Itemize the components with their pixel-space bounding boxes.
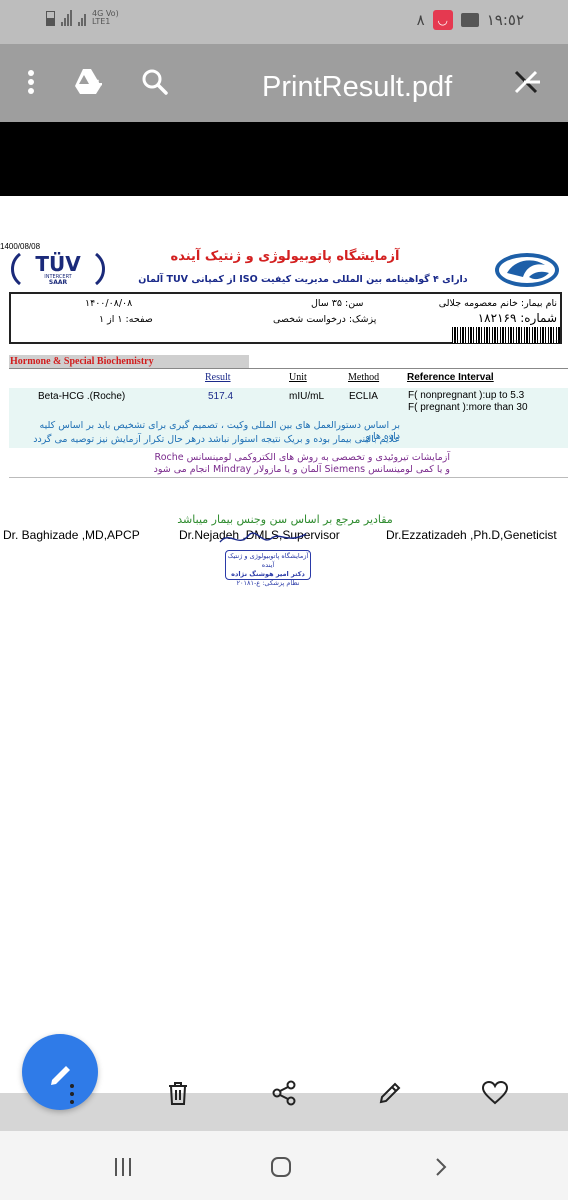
stamp-line-3: نظام پزشکی: ع-۲۰۱۸۱	[236, 579, 300, 587]
viewer-toolbar: PrintResult.pdf	[0, 44, 568, 122]
patient-number: شماره: ۱۸۲۱۶۹	[477, 311, 557, 325]
share-icon	[272, 1080, 296, 1106]
app-notification-icon: ◡	[432, 10, 453, 30]
search-icon[interactable]	[139, 66, 171, 98]
stamp-line-2: دکتر امیر هوشنگ نژاده	[231, 570, 305, 578]
lab-logo	[495, 253, 559, 287]
battery-icon	[46, 10, 55, 26]
section-title: Hormone & Special Biochemistry	[9, 355, 249, 369]
page-number: صفحه: ۱ از ۱	[99, 314, 153, 325]
more-vert-icon[interactable]	[15, 66, 47, 98]
test-result: 517.4	[208, 391, 234, 402]
signal-icon-2	[78, 10, 86, 26]
signature-3: Dr.Ezzatizadeh ,Ph.D,Geneticist	[386, 528, 557, 542]
tuv-logo-brand: TÜV	[35, 252, 81, 276]
requesting-doctor: پزشک: درخواست شخصی	[273, 314, 377, 325]
section-divider	[9, 368, 568, 369]
print-date: 1400/08/08	[0, 242, 41, 251]
share-button[interactable]	[269, 1078, 299, 1108]
favorite-button[interactable]	[480, 1078, 510, 1108]
recents-button[interactable]	[110, 1154, 136, 1180]
status-bar: 4G Vo) LTE1 ٨ ◡ ١٩:٥٢	[0, 0, 568, 44]
edit-fab-icon	[51, 1066, 70, 1085]
test-method: ECLIA	[349, 391, 378, 402]
delete-icon	[169, 1082, 187, 1105]
tuv-logo: TÜV INTERCERT SAAR	[11, 252, 105, 286]
annotate-button[interactable]	[375, 1078, 405, 1108]
doc-divider	[9, 477, 568, 478]
patient-age: سن: ۳۵ سال	[311, 298, 364, 309]
more-vert-icon[interactable]	[66, 1082, 78, 1106]
note-teal-2: علایم بالینی بیمار بوده و بریک نتیجه است…	[33, 434, 400, 445]
chat-icon	[460, 13, 479, 27]
test-name: Beta-HCG .(Roche)	[38, 391, 126, 402]
patient-name: نام بیمار: خانم معصومه جلالی	[438, 298, 557, 309]
network-label: 4G Vo) LTE1	[92, 9, 119, 26]
signature-1: Dr. Baghizade ,MD,APCP	[3, 528, 140, 542]
signal-icon	[61, 10, 72, 26]
reference-line-1: F( nonpregnant ):up to 5.3	[408, 390, 525, 401]
tuv-logo-line2: SAAR	[49, 279, 68, 286]
pen-icon	[379, 1082, 401, 1104]
viewer-top-gap	[0, 122, 568, 196]
lab-title: آزمایشگاه پاتوبیولوژی و ژنتیک آینده	[170, 249, 400, 264]
note-purple-1: آزمایشات تیروئیدی و تخصصی به روش های الک…	[154, 452, 450, 463]
favorite-icon	[481, 1080, 509, 1105]
col-method: Method	[348, 372, 380, 383]
recents-icon	[115, 1158, 131, 1176]
delete-button[interactable]	[163, 1078, 193, 1108]
note-purple-2: و یا کمی لومینسانس Siemens آلمان و یا ما…	[153, 464, 450, 475]
drive-add-icon[interactable]	[72, 66, 104, 98]
status-right: ٨ ◡ ١٩:٥٢	[417, 10, 524, 30]
col-reference: Reference Interval	[407, 372, 494, 383]
barcode	[452, 327, 560, 343]
lab-subtitle: دارای ۴ گواهینامه بین المللی مدیریت کیفی…	[138, 274, 468, 285]
home-button[interactable]	[268, 1154, 294, 1180]
home-icon	[271, 1157, 291, 1177]
reference-line-2: F( pregnant ):more than 30	[408, 402, 528, 413]
notification-count: ٨	[416, 11, 425, 29]
edit-fab[interactable]	[22, 1034, 98, 1110]
document-title: PrintResult.pdf	[262, 71, 453, 103]
back-button[interactable]	[428, 1154, 454, 1180]
col-result: Result	[205, 372, 231, 383]
status-left: 4G Vo) LTE1	[46, 10, 122, 26]
stamp-line-1: آزمایشگاه پاتوبیولوژی و ژنتیک آینده	[227, 552, 309, 569]
clock: ١٩:٥٢	[486, 11, 524, 29]
col-unit: Unit	[289, 372, 307, 383]
doctor-stamp: آزمایشگاه پاتوبیولوژی و ژنتیک آینده دکتر…	[225, 550, 311, 587]
pdf-page: 1400/08/08 TÜV INTERCERT SAAR آزمایشگاه …	[0, 196, 568, 496]
test-unit: mIU/mL	[289, 391, 324, 402]
back-icon	[436, 1158, 447, 1176]
close-edit-icon[interactable]	[510, 66, 542, 98]
report-date: ۱۴۰۰/۰۸/۰۸	[85, 298, 133, 309]
